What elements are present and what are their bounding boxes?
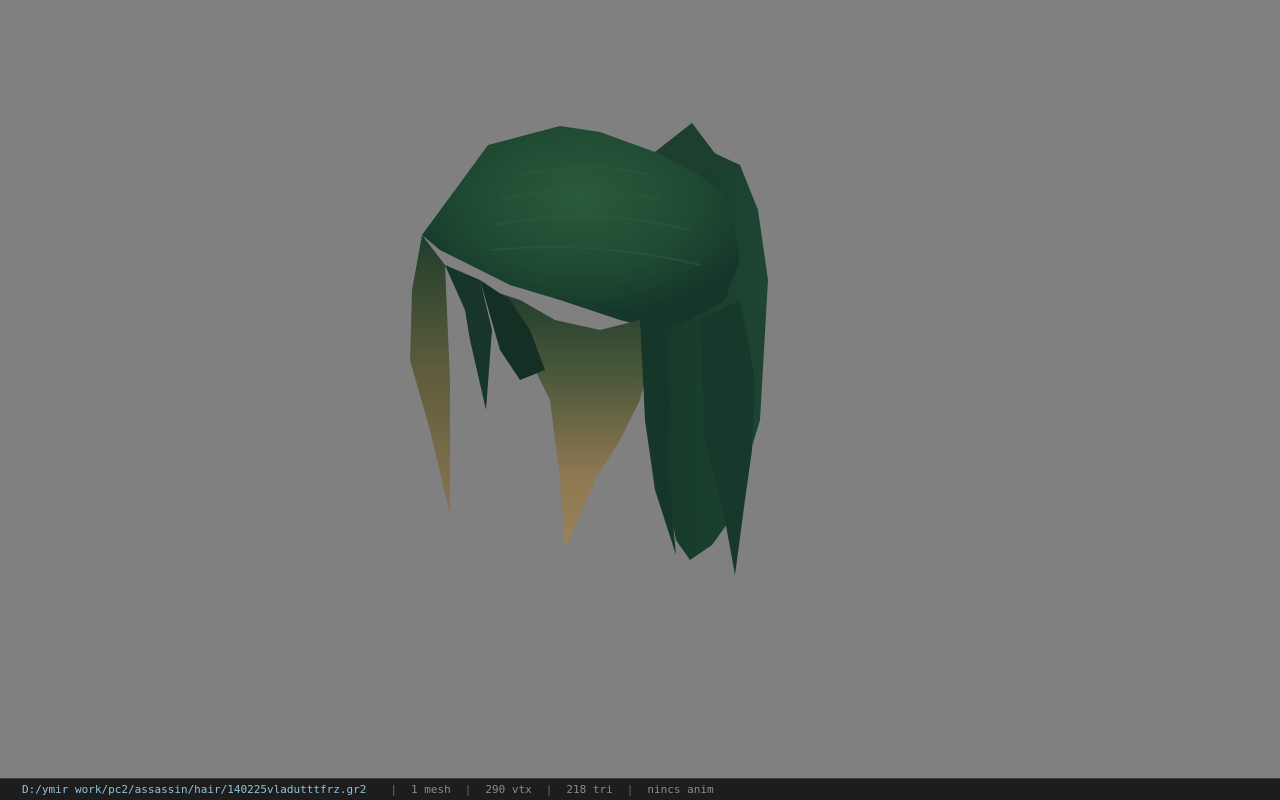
file-path: D:/ymir work/pc2/assassin/hair/140225vla… [22, 783, 367, 796]
separator: | [545, 783, 553, 796]
hair-left-strand-outer [410, 235, 450, 515]
separator: | [464, 783, 472, 796]
mesh-count: 1 mesh [411, 783, 451, 796]
separator: | [626, 783, 634, 796]
vertex-count: 290 vtx [485, 783, 532, 796]
status-bar: D:/ymir work/pc2/assassin/hair/140225vla… [0, 778, 1280, 800]
3d-viewport[interactable] [0, 0, 1280, 778]
triangle-count: 218 tri [566, 783, 613, 796]
hair-model [410, 123, 768, 575]
animation-status: nincs anim [647, 783, 714, 796]
separator: | [390, 783, 397, 796]
